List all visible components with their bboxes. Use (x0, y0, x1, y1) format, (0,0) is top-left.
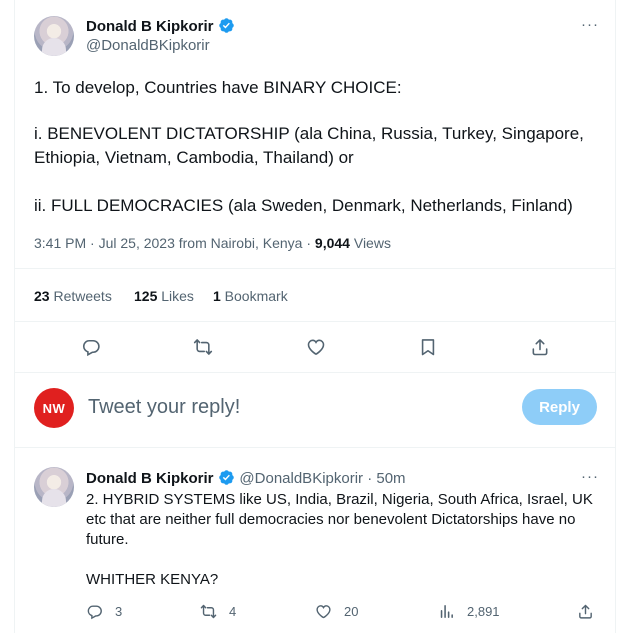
tweet-timestamp: 3:41 PM · Jul 25, 2023 from Nairobi, Ken… (34, 235, 391, 251)
author-name-row: Donald B Kipkorir (86, 17, 235, 36)
reply-author-avatar[interactable] (34, 467, 74, 507)
reply-action-reply[interactable]: 3 (86, 603, 122, 620)
retweet-icon[interactable] (192, 336, 214, 358)
views-count: 9,044 (314, 235, 350, 251)
like-icon[interactable] (305, 336, 327, 358)
views-label: Views (349, 235, 391, 251)
reply-header: Donald B Kipkorir @DonaldBKipkorir · 50m (86, 469, 406, 488)
retweet-icon (200, 604, 217, 619)
more-options-button[interactable]: ··· (581, 16, 599, 33)
like-count: 20 (344, 604, 359, 619)
reply-icon[interactable] (80, 336, 102, 358)
likes-label: Likes (157, 288, 194, 304)
reply-action-views[interactable]: 2,891 (438, 603, 500, 620)
tweet-text-line: Ethiopia, Vietnam, Cambodia, Thailand) o… (34, 148, 354, 167)
reply-author-handle[interactable]: @DonaldBKipkorir (239, 470, 363, 487)
reply-action-share[interactable] (577, 603, 594, 625)
reply-input[interactable]: Tweet your reply! (88, 396, 240, 419)
divider (15, 447, 615, 448)
author-avatar[interactable] (34, 16, 74, 56)
reply-text-line: future. (86, 531, 129, 548)
views-chart-icon (440, 605, 453, 618)
reply-text-line: etc that are neither full democracies no… (86, 511, 576, 528)
reply-more-options-button[interactable]: ··· (581, 468, 599, 485)
divider (15, 321, 615, 322)
divider (15, 372, 615, 373)
retweets-label: Retweets (49, 288, 112, 304)
retweets-count: 23 (34, 288, 50, 304)
tweet-text-line: 1. To develop, Countries have BINARY CHO… (34, 78, 402, 97)
bookmarks-label: Bookmark (220, 288, 288, 304)
likes-stat[interactable]: 125 Likes (134, 288, 194, 304)
author-handle[interactable]: @DonaldBKipkorir (86, 37, 210, 54)
verified-badge-icon (219, 470, 234, 485)
reply-action-retweet[interactable]: 4 (200, 603, 236, 620)
like-icon (316, 605, 331, 619)
share-icon[interactable] (529, 336, 551, 358)
views-count: 2,891 (467, 604, 500, 619)
tweet-text-line: ii. FULL DEMOCRACIES (ala Sweden, Denmar… (34, 196, 573, 215)
verified-badge-icon (219, 18, 234, 33)
divider (15, 268, 615, 269)
reply-text-line: WHITHER KENYA? (86, 571, 219, 588)
reply-action-like[interactable]: 20 (315, 603, 358, 620)
reply-text-line: 2. HYBRID SYSTEMS like US, India, Brazil… (86, 491, 593, 508)
likes-count: 125 (134, 288, 158, 304)
bookmarks-stat[interactable]: 1 Bookmark (213, 288, 288, 304)
timestamp-text[interactable]: 3:41 PM · Jul 25, 2023 from Nairobi, Ken… (34, 235, 315, 251)
share-icon (579, 604, 592, 619)
reply-icon (87, 605, 102, 620)
bookmark-icon[interactable] (417, 336, 439, 358)
reply-count: 3 (115, 604, 123, 619)
retweets-stat[interactable]: 23 Retweets (34, 288, 112, 304)
tweet-text-line: i. BENEVOLENT DICTATORSHIP (ala China, R… (34, 124, 584, 143)
retweet-count: 4 (229, 604, 237, 619)
reply-author-name[interactable]: Donald B Kipkorir (86, 470, 214, 487)
bookmarks-count: 1 (213, 288, 221, 304)
user-avatar[interactable]: NW (34, 388, 74, 428)
author-name[interactable]: Donald B Kipkorir (86, 18, 214, 35)
reply-button[interactable]: Reply (522, 389, 597, 425)
reply-time[interactable]: · 50m (363, 470, 405, 487)
